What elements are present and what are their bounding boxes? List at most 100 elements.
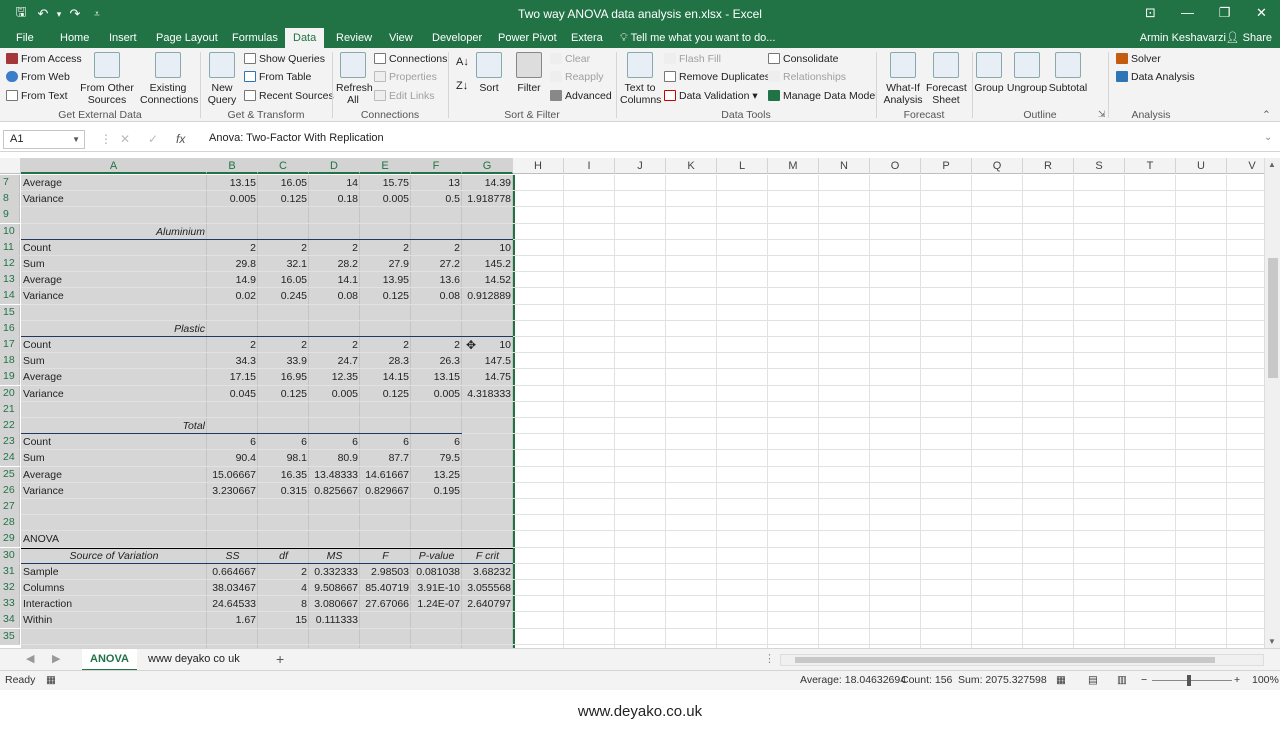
- page-break-view-icon[interactable]: ▥: [1117, 674, 1127, 686]
- cell-f26[interactable]: 0.195: [411, 483, 462, 499]
- cell-a7[interactable]: Average: [21, 175, 207, 191]
- cell-d23[interactable]: 6: [309, 434, 360, 450]
- cell-e13[interactable]: 13.95: [360, 272, 411, 288]
- cell-b32[interactable]: 38.03467: [207, 580, 258, 596]
- cell-a24[interactable]: Sum: [21, 450, 207, 466]
- cell-f19[interactable]: 13.15: [411, 369, 462, 385]
- user-name[interactable]: Armin Keshavarzi: [1140, 28, 1226, 48]
- cell-c23[interactable]: 6: [258, 434, 309, 450]
- share-button[interactable]: 👤︎ Share: [1226, 28, 1272, 48]
- cell-b17[interactable]: 2: [207, 337, 258, 353]
- ribbon-display-options-icon[interactable]: ⊡: [1132, 0, 1169, 28]
- cell-b34[interactable]: 1.67: [207, 612, 258, 628]
- column-header-o[interactable]: O: [870, 158, 921, 174]
- row-header-15[interactable]: 15: [0, 304, 20, 321]
- row-header-33[interactable]: 33: [0, 596, 20, 613]
- text-to-columns-button[interactable]: Text to Columns: [620, 52, 661, 106]
- cell-b8[interactable]: 0.005: [207, 191, 258, 207]
- select-all-corner[interactable]: [0, 158, 21, 174]
- cell-d30[interactable]: MS: [309, 548, 360, 564]
- cell-e31[interactable]: 2.98503: [360, 564, 411, 580]
- macro-record-icon[interactable]: ▦: [46, 674, 56, 686]
- cell-f31[interactable]: 0.081038: [411, 564, 462, 580]
- cell-e23[interactable]: 6: [360, 434, 411, 450]
- scroll-down-icon[interactable]: ▼: [1268, 637, 1276, 646]
- add-sheet-button[interactable]: +: [268, 649, 292, 671]
- zoom-slider-thumb[interactable]: [1187, 675, 1191, 686]
- cell-d14[interactable]: 0.08: [309, 288, 360, 304]
- column-header-s[interactable]: S: [1074, 158, 1125, 174]
- next-sheet-icon[interactable]: ▶: [44, 649, 68, 671]
- cell-c31[interactable]: 2: [258, 564, 309, 580]
- cell-d11[interactable]: 2: [309, 240, 360, 256]
- row-header-14[interactable]: 14: [0, 288, 20, 305]
- cell-e19[interactable]: 14.15: [360, 369, 411, 385]
- cell-c14[interactable]: 0.245: [258, 288, 309, 304]
- cell-d20[interactable]: 0.005: [309, 386, 360, 402]
- cell-e30[interactable]: F: [360, 548, 411, 564]
- sort-z-a-icon[interactable]: Z↓: [456, 80, 468, 92]
- cell-d12[interactable]: 28.2: [309, 256, 360, 272]
- column-header-k[interactable]: K: [666, 158, 717, 174]
- column-header-u[interactable]: U: [1176, 158, 1227, 174]
- cell-g18[interactable]: 147.5: [462, 353, 513, 369]
- cell-b33[interactable]: 24.64533: [207, 596, 258, 612]
- cell-a17[interactable]: Count: [21, 337, 207, 353]
- close-button[interactable]: ✕: [1243, 0, 1280, 28]
- column-header-d[interactable]: D: [309, 158, 360, 174]
- cell-b25[interactable]: 15.06667: [207, 467, 258, 483]
- row-header-18[interactable]: 18: [0, 353, 20, 370]
- cell-f12[interactable]: 27.2: [411, 256, 462, 272]
- enter-icon[interactable]: ✓: [148, 132, 158, 146]
- cell-c25[interactable]: 16.35: [258, 467, 309, 483]
- from-access-button[interactable]: From Access: [6, 53, 82, 65]
- cell-d32[interactable]: 9.508667: [309, 580, 360, 596]
- row-header-30[interactable]: 30: [0, 547, 20, 564]
- from-other-sources-button[interactable]: From Other Sources: [80, 52, 134, 106]
- sheet-tab-anova[interactable]: ANOVA: [82, 649, 137, 671]
- cell-a19[interactable]: Average: [21, 369, 207, 385]
- cell-f32[interactable]: 3.91E-10: [411, 580, 462, 596]
- cell-b11[interactable]: 2: [207, 240, 258, 256]
- restore-button[interactable]: ❐: [1206, 0, 1243, 28]
- manage-data-model-button[interactable]: Manage Data Model: [768, 90, 878, 102]
- cell-a23[interactable]: Count: [21, 434, 207, 450]
- recent-sources-button[interactable]: Recent Sources: [244, 90, 334, 102]
- cell-g11[interactable]: 10: [462, 240, 513, 256]
- row-header-20[interactable]: 20: [0, 385, 20, 402]
- cell-a8[interactable]: Variance: [21, 191, 207, 207]
- cell-c11[interactable]: 2: [258, 240, 309, 256]
- cell-a26[interactable]: Variance: [21, 483, 207, 499]
- tab-developer[interactable]: Developer: [424, 28, 490, 48]
- cell-b18[interactable]: 34.3: [207, 353, 258, 369]
- column-header-c[interactable]: C: [258, 158, 309, 174]
- cell-b23[interactable]: 6: [207, 434, 258, 450]
- cell-f11[interactable]: 2: [411, 240, 462, 256]
- cell-g20[interactable]: 4.318333: [462, 386, 513, 402]
- column-header-v[interactable]: V: [1227, 158, 1264, 174]
- tab-formulas[interactable]: Formulas: [224, 28, 286, 48]
- new-query-button[interactable]: New Query: [204, 52, 240, 106]
- cell-g13[interactable]: 14.52: [462, 272, 513, 288]
- cell-d13[interactable]: 14.1: [309, 272, 360, 288]
- cell-b26[interactable]: 3.230667: [207, 483, 258, 499]
- prev-sheet-icon[interactable]: ◀: [18, 649, 42, 671]
- horizontal-scroll-thumb[interactable]: [795, 657, 1215, 663]
- cell-f24[interactable]: 79.5: [411, 450, 462, 466]
- cell-d26[interactable]: 0.825667: [309, 483, 360, 499]
- cell-g8[interactable]: 1.918778: [462, 191, 513, 207]
- zoom-out-button[interactable]: −: [1141, 674, 1147, 686]
- cell-d24[interactable]: 80.9: [309, 450, 360, 466]
- cell-c17[interactable]: 2: [258, 337, 309, 353]
- cell-a29[interactable]: ANOVA: [21, 531, 207, 547]
- column-header-n[interactable]: N: [819, 158, 870, 174]
- cell-f30[interactable]: P-value: [411, 548, 462, 564]
- row-header-7[interactable]: 7: [0, 175, 20, 191]
- tab-power-pivot[interactable]: Power Pivot: [490, 28, 565, 48]
- column-header-q[interactable]: Q: [972, 158, 1023, 174]
- cell-g7[interactable]: 14.39: [462, 175, 513, 191]
- tab-page-layout[interactable]: Page Layout: [148, 28, 226, 48]
- cell-a25[interactable]: Average: [21, 467, 207, 483]
- cell-f20[interactable]: 0.005: [411, 386, 462, 402]
- tab-home[interactable]: Home: [52, 28, 97, 48]
